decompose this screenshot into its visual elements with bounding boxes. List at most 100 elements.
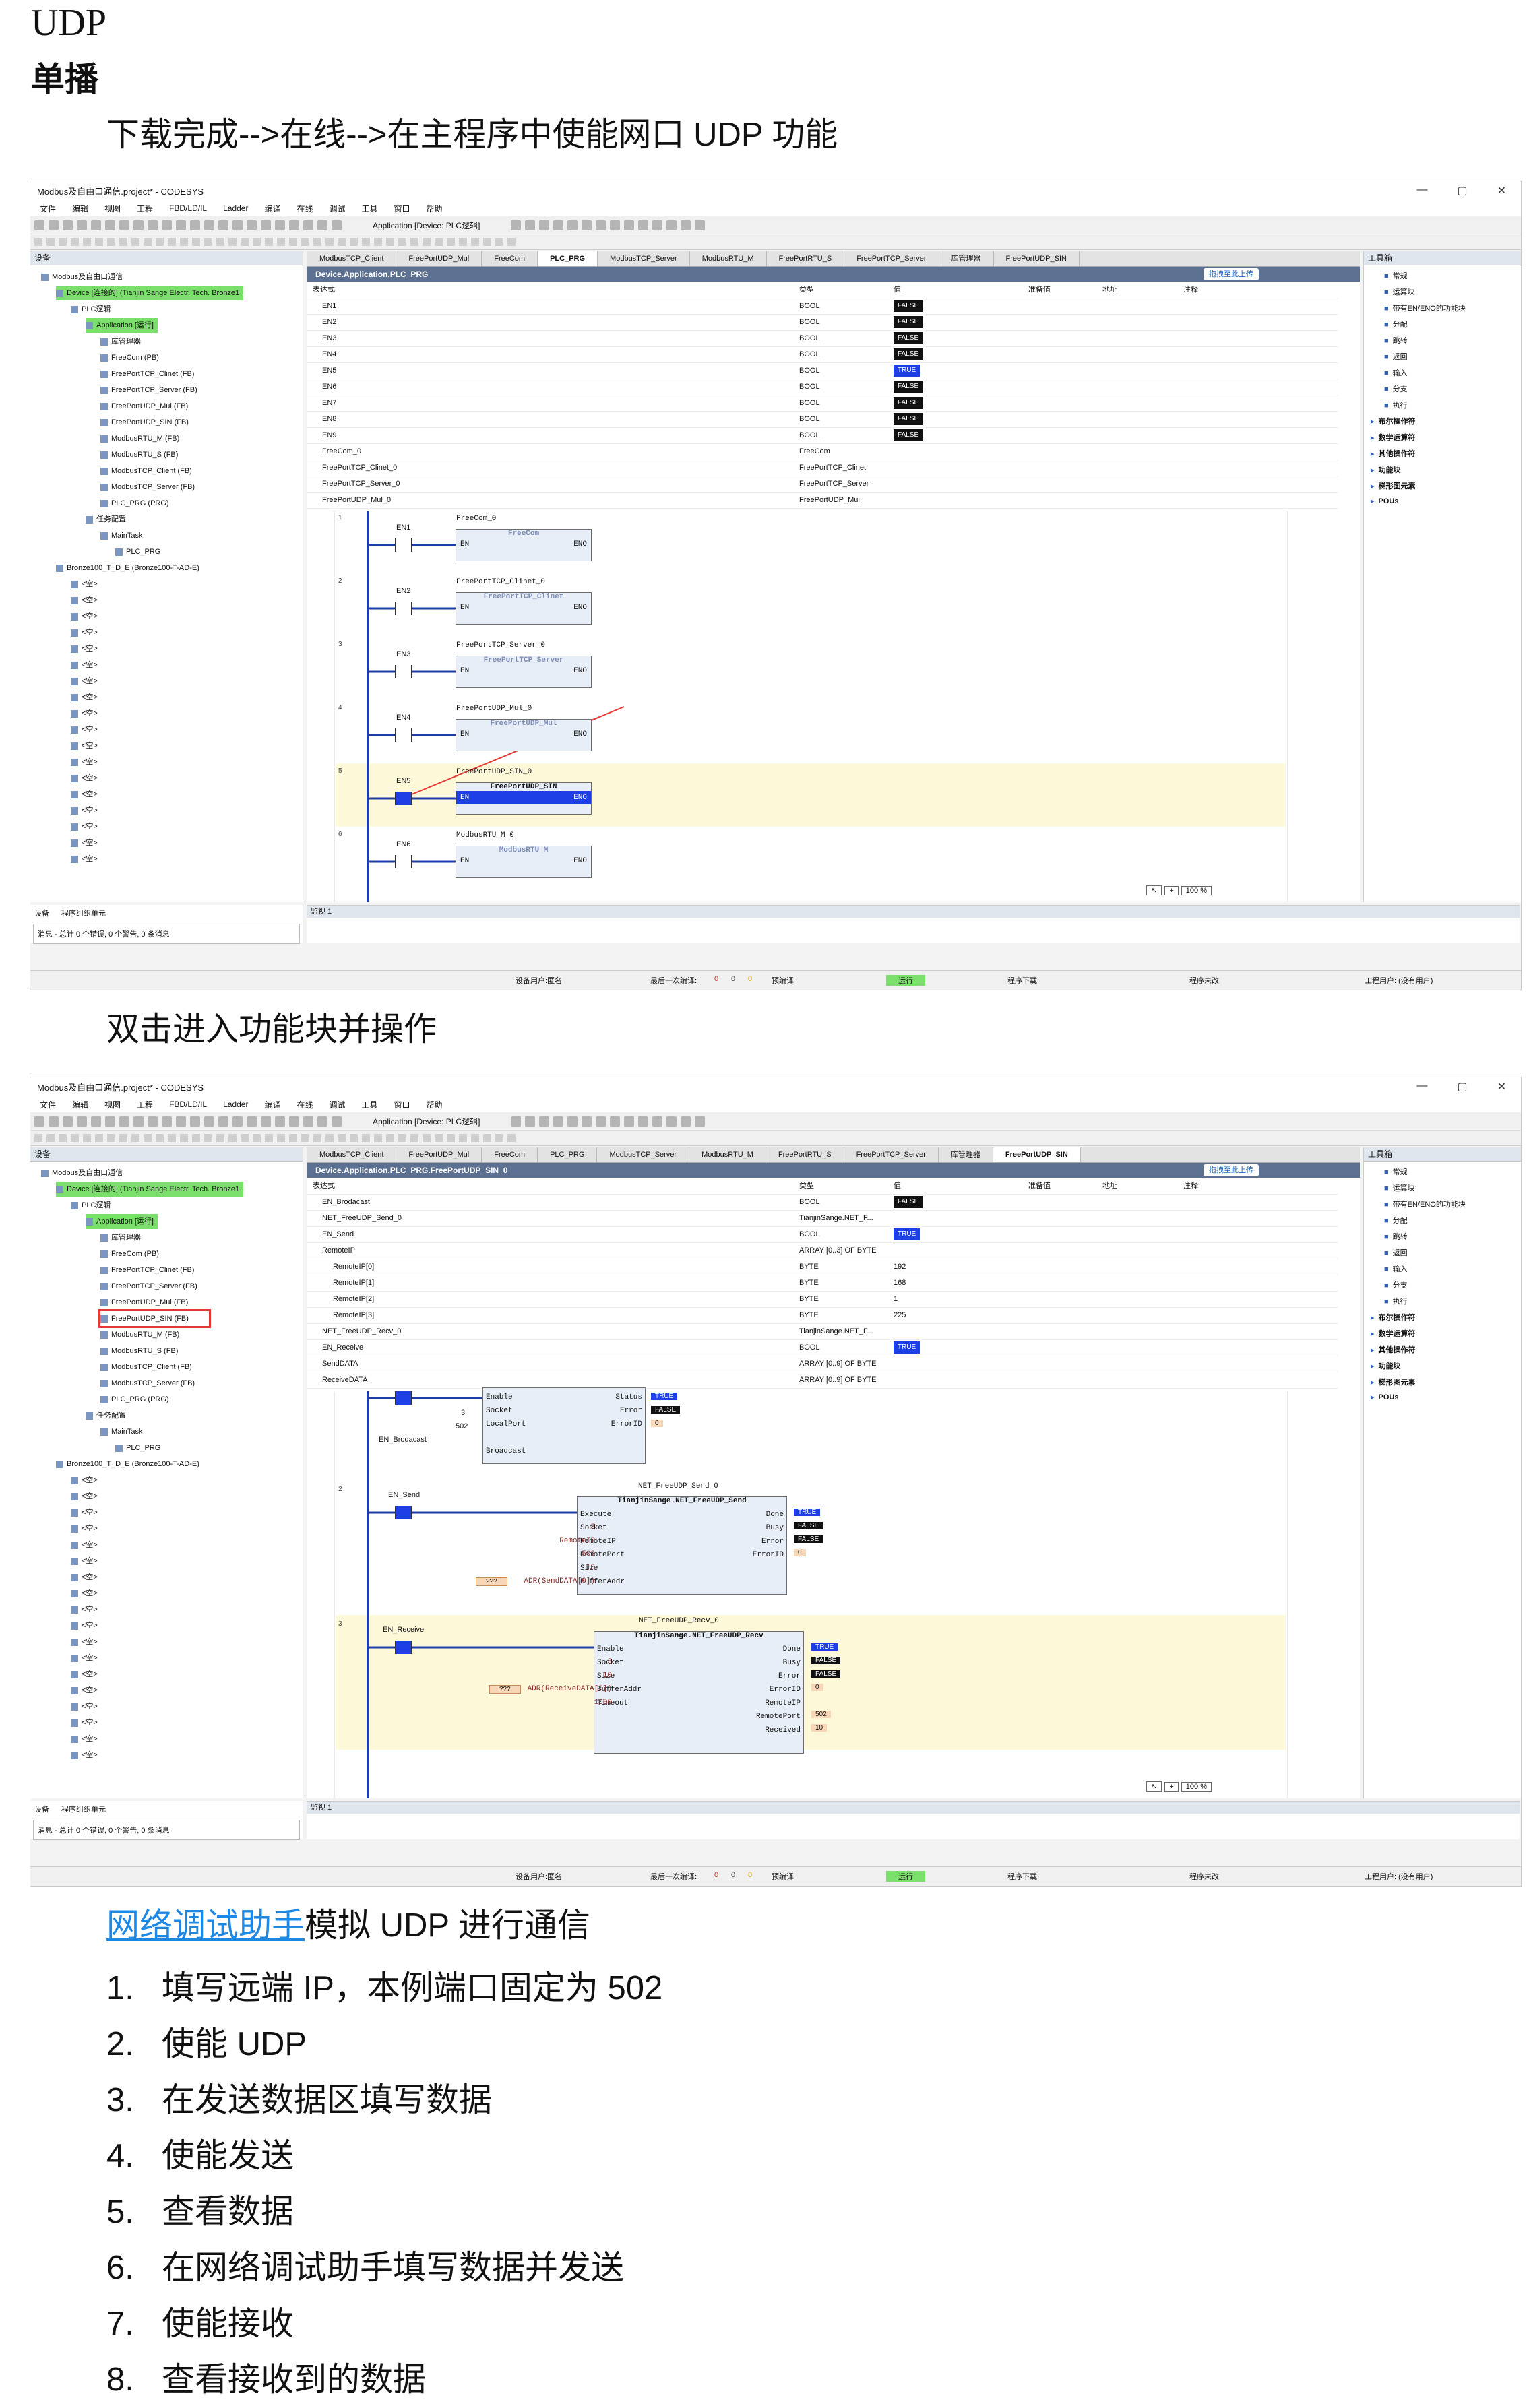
toolbar-button-icon[interactable] [410, 238, 418, 246]
toolbar-button-icon[interactable] [374, 1134, 382, 1142]
variable-row[interactable]: FreePortTCP_Server_0 FreePortTCP_Server [307, 476, 1338, 493]
toolbar-button-icon[interactable] [59, 1134, 67, 1142]
toolbar-button-icon[interactable] [148, 220, 158, 230]
tree-node[interactable]: <空> [71, 641, 98, 656]
variable-row[interactable]: ReceiveDATA ARRAY [0..9] OF BYTE [307, 1372, 1338, 1389]
toolbar-button-icon[interactable] [423, 238, 431, 246]
toolbar-button-icon[interactable] [34, 1134, 42, 1142]
upload-button[interactable]: 拖拽至此上传 [1204, 268, 1259, 280]
toolbar-button-icon[interactable] [695, 1116, 706, 1127]
tree-node[interactable]: ModbusTCP_Client (FB) [100, 464, 192, 478]
toolbar-button-icon[interactable] [362, 238, 370, 246]
tree-node[interactable]: FreePortTCP_Server (FB) [100, 1279, 197, 1294]
menu-item[interactable]: FBD/LD/IL [169, 203, 207, 213]
toolbox-item[interactable]: ▸ 梯形图元素 [1371, 480, 1416, 491]
tree-node[interactable]: ModbusTCP_Server (FB) [100, 1376, 195, 1391]
restore-icon[interactable]: ▢ [1457, 1080, 1467, 1094]
toolbox-item[interactable]: ■ 返回 [1384, 351, 1408, 362]
toolbar-button-icon[interactable] [34, 220, 44, 230]
toolbox-item[interactable]: ■ 输入 [1384, 367, 1408, 378]
toolbar-button-icon[interactable] [144, 1134, 152, 1142]
toolbar-button-icon[interactable] [596, 1116, 606, 1127]
toolbar-button-icon[interactable] [332, 220, 342, 230]
toolbar-button-icon[interactable] [131, 1134, 139, 1142]
editor-tab[interactable]: FreePortRTU_S [767, 251, 845, 266]
toolbar-button-icon[interactable] [180, 238, 188, 246]
toolbar-button-icon[interactable] [49, 1116, 59, 1127]
toolbar-button-icon[interactable] [265, 238, 273, 246]
toolbar-button-icon[interactable] [289, 238, 297, 246]
toolbox-item[interactable]: ■ 跳转 [1384, 335, 1408, 346]
toolbar-button-icon[interactable] [338, 238, 346, 246]
toolbar-button-icon[interactable] [666, 220, 677, 230]
toolbox-item[interactable]: ▸ 功能块 [1371, 464, 1401, 475]
toolbar-button-icon[interactable] [471, 1134, 479, 1142]
toolbar-button-icon[interactable] [374, 238, 382, 246]
toolbox-item[interactable]: ▸ 布尔操作符 [1371, 416, 1416, 426]
menu-item[interactable]: 窗口 [394, 203, 410, 214]
function-block[interactable]: NET_FreeUDP_Send_0 TianjinSange.NET_FreeU… [577, 1482, 787, 1595]
toolbar-button-icon[interactable] [265, 1134, 273, 1142]
toolbox-item[interactable]: ▸ 功能块 [1371, 1360, 1401, 1371]
toolbar-button-icon[interactable] [582, 1116, 592, 1127]
toolbar-button-icon[interactable] [176, 220, 186, 230]
toolbox-item[interactable]: ■ 常规 [1384, 1166, 1408, 1177]
tree-node[interactable]: PLC_PRG (PRG) [100, 496, 169, 511]
menu-item[interactable]: 视图 [104, 1099, 121, 1110]
variable-row[interactable]: EN1 BOOL FALSE [307, 298, 1338, 315]
toolbar-button-icon[interactable] [507, 238, 516, 246]
tree-node[interactable]: <空> [71, 1473, 98, 1488]
editor-tab[interactable]: PLC_PRG [538, 251, 598, 266]
toolbar-button-icon[interactable] [303, 1116, 313, 1127]
toolbar-button-icon[interactable] [105, 1116, 115, 1127]
tree-node[interactable]: Application [运行] [86, 318, 158, 333]
tree-node[interactable]: FreePortTCP_Server (FB) [100, 383, 197, 398]
toolbar-button-icon[interactable] [610, 220, 621, 230]
tree-node[interactable]: FreeCom (PB) [100, 1246, 159, 1261]
contact[interactable] [395, 1641, 412, 1654]
toolbar-button-icon[interactable] [105, 220, 115, 230]
toolbar-button-icon[interactable] [638, 1116, 649, 1127]
toolbar-button-icon[interactable] [681, 220, 691, 230]
toolbar-button-icon[interactable] [232, 220, 243, 230]
contact[interactable] [395, 602, 412, 615]
pane-tab[interactable]: 程序组织单元 [61, 908, 106, 918]
toolbar-button-icon[interactable] [483, 238, 491, 246]
device-combo[interactable]: Application [Device: PLC逻辑] [373, 1116, 480, 1127]
variable-row[interactable]: EN6 BOOL FALSE [307, 379, 1338, 395]
toolbar-button-icon[interactable] [46, 238, 55, 246]
function-block[interactable]: FreePortTCP_Clinet_0 FreePortTCP_Clinet EN… [456, 578, 592, 625]
toolbar-button-icon[interactable] [133, 220, 144, 230]
menu-item[interactable]: 编辑 [72, 1099, 88, 1110]
toolbar-button-icon[interactable] [119, 220, 129, 230]
tree-node[interactable]: PLC逻辑 [71, 302, 111, 317]
editor-tab[interactable]: FreePortTCP_Server [844, 1147, 939, 1162]
toolbar-button-icon[interactable] [301, 1134, 309, 1142]
toolbar-button-icon[interactable] [525, 1116, 536, 1127]
toolbar-button-icon[interactable] [131, 238, 139, 246]
toolbox-item[interactable]: ▸ 梯形图元素 [1371, 1376, 1416, 1387]
tree-node[interactable]: <空> [71, 852, 98, 866]
toolbox-item[interactable]: ▸ 其他操作符 [1371, 1344, 1416, 1355]
toolbar-button-icon[interactable] [511, 1116, 522, 1127]
pane-tab[interactable]: 程序组织单元 [61, 1804, 106, 1814]
editor-tab[interactable]: FreeCom [482, 251, 538, 266]
toolbar-button-icon[interactable] [95, 238, 103, 246]
tree-node[interactable]: <空> [71, 1635, 98, 1649]
toolbar-button-icon[interactable] [567, 1116, 578, 1127]
variable-row[interactable]: RemoteIP[0] BYTE 192 [307, 1259, 1338, 1275]
editor-tab[interactable]: ModbusTCP_Client [307, 251, 397, 266]
toolbox-item[interactable]: ■ 带有EN/ENO的功能块 [1384, 303, 1466, 313]
toolbar-button-icon[interactable] [218, 1116, 228, 1127]
variable-row[interactable]: EN_Send BOOL TRUE [307, 1226, 1338, 1243]
pointer-icon[interactable]: ↖ [1146, 1781, 1162, 1792]
tree-node[interactable]: Device [连接的] (Tianjin Sange Electr. Tech… [56, 1182, 244, 1197]
variable-row[interactable]: EN8 BOOL FALSE [307, 411, 1338, 428]
toolbar-button-icon[interactable] [247, 1116, 257, 1127]
toolbar-button-icon[interactable] [253, 238, 261, 246]
variable-row[interactable]: EN4 BOOL FALSE [307, 346, 1338, 363]
toolbar-button-icon[interactable] [247, 220, 257, 230]
menu-item[interactable]: 文件 [40, 203, 56, 214]
toolbox-item[interactable]: ▸ 其他操作符 [1371, 448, 1416, 459]
tree-node[interactable]: <空> [71, 738, 98, 753]
